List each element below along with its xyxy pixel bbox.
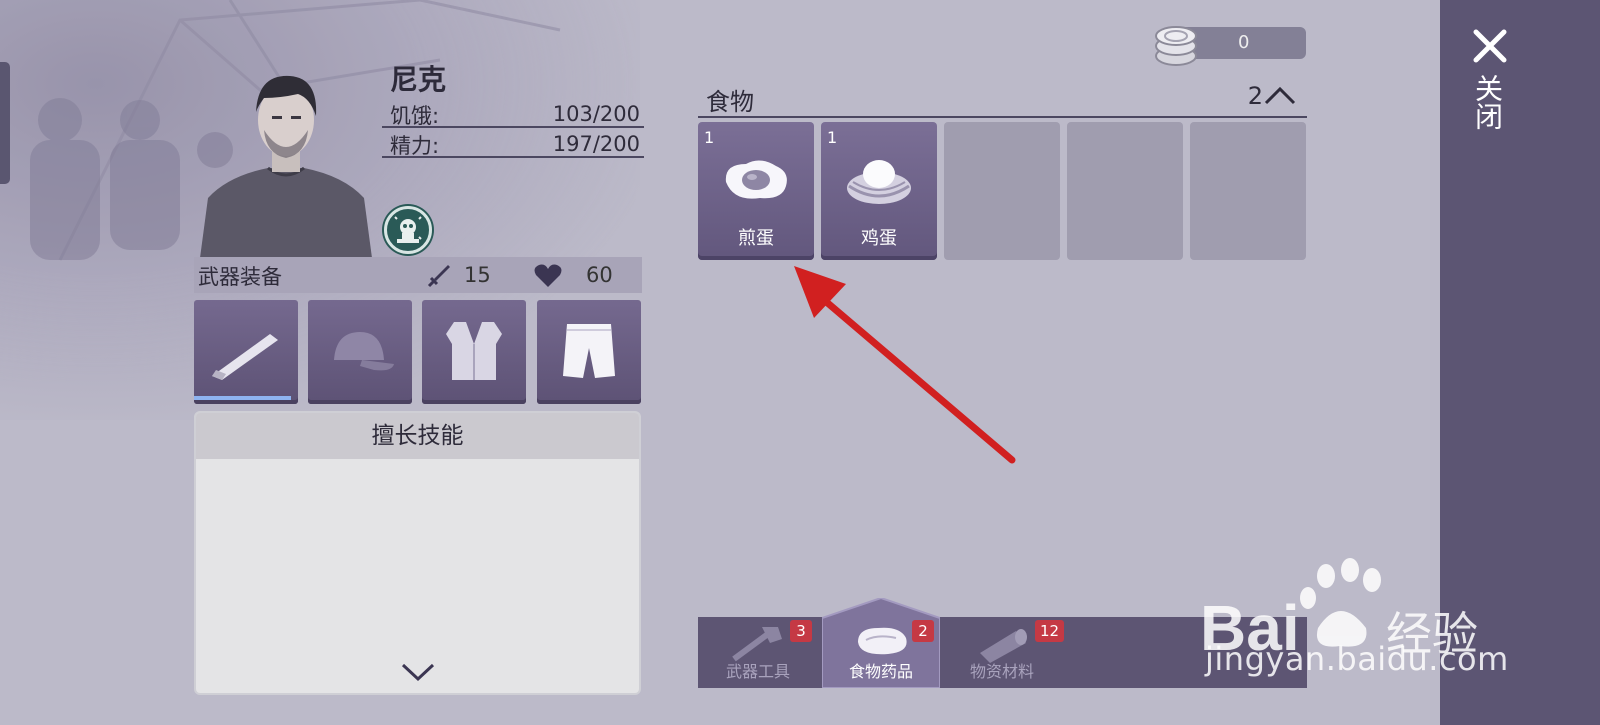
tab-badge-materials: 12 [1035, 620, 1065, 642]
item-name: 鸡蛋 [861, 228, 897, 249]
tab-badge-weapons-tools: 3 [790, 620, 812, 642]
coin-stack-icon [1155, 26, 1197, 66]
energy-label: 精力: [390, 134, 440, 158]
heart-icon [534, 264, 562, 287]
trait-badge[interactable] [384, 206, 432, 254]
tab-label: 物资材料 [969, 662, 1034, 681]
egg-nest-icon [847, 160, 911, 204]
energy-stat: 精力: 197/200 [382, 128, 644, 158]
close-icon [1473, 29, 1507, 63]
attack-value: 15 [464, 263, 491, 287]
machete-icon [212, 334, 278, 380]
item-name: 煎蛋 [738, 228, 774, 249]
hunger-value: 103/200 [552, 102, 640, 126]
vest-icon [446, 322, 502, 380]
hunger-stat: 饥饿: 103/200 [382, 98, 644, 128]
sword-icon [427, 265, 450, 288]
skills-title: 擅长技能 [196, 413, 639, 459]
item-quantity: 1 [704, 128, 715, 147]
close-button[interactable]: 关闭 [1460, 22, 1520, 152]
equip-slot-legs[interactable] [537, 300, 641, 404]
chevron-up-icon[interactable] [1263, 84, 1297, 106]
side-drawer-handle[interactable] [0, 62, 10, 184]
character-name: 尼克 [390, 63, 447, 96]
close-label: 关闭 [1471, 74, 1504, 130]
chevron-down-icon[interactable] [400, 661, 436, 683]
durability-bar [194, 396, 291, 400]
equip-slot-head[interactable] [308, 300, 412, 404]
equipment-header: 武器装备 15 60 [194, 257, 642, 293]
hunger-label: 饥饿: [390, 104, 440, 128]
character-portrait [198, 68, 374, 258]
health-value: 60 [586, 263, 613, 287]
energy-value: 197/200 [552, 132, 640, 156]
equip-slot-body[interactable] [422, 300, 526, 404]
inventory-slot-fried-egg[interactable]: 1 煎蛋 [698, 122, 814, 260]
shorts-icon [563, 324, 615, 378]
skills-panel: 擅长技能 [194, 411, 641, 695]
meat-icon [858, 627, 907, 655]
trait-skull-icon [394, 216, 422, 243]
tab-food-medicine[interactable]: 食物药品 [822, 598, 940, 688]
food-section-title: 食物 [706, 88, 754, 116]
tab-label: 武器工具 [725, 662, 790, 681]
watermark-url: jingyan.baidu.com [1205, 640, 1509, 678]
inventory-slot-empty[interactable] [1067, 122, 1183, 260]
axe-hammer-icon [732, 627, 782, 662]
cap-icon [334, 332, 394, 371]
item-quantity: 1 [827, 128, 838, 147]
equipment-title: 武器装备 [198, 265, 282, 289]
inventory-slot-empty[interactable] [944, 122, 1060, 260]
tab-label: 食物药品 [848, 662, 913, 681]
annotation-arrow [794, 266, 1016, 464]
currency-value: 0 [1238, 32, 1250, 53]
equip-slot-weapon[interactable] [194, 300, 298, 404]
log-icon [980, 629, 1027, 663]
inventory-slot-egg[interactable]: 1 鸡蛋 [821, 122, 937, 260]
food-section-header[interactable]: 食物 2 [698, 78, 1307, 118]
food-count: 2 [1247, 82, 1263, 110]
tab-badge-food-medicine: 2 [912, 620, 934, 642]
fried-egg-icon [725, 160, 787, 199]
inventory-slot-empty[interactable] [1190, 122, 1306, 260]
